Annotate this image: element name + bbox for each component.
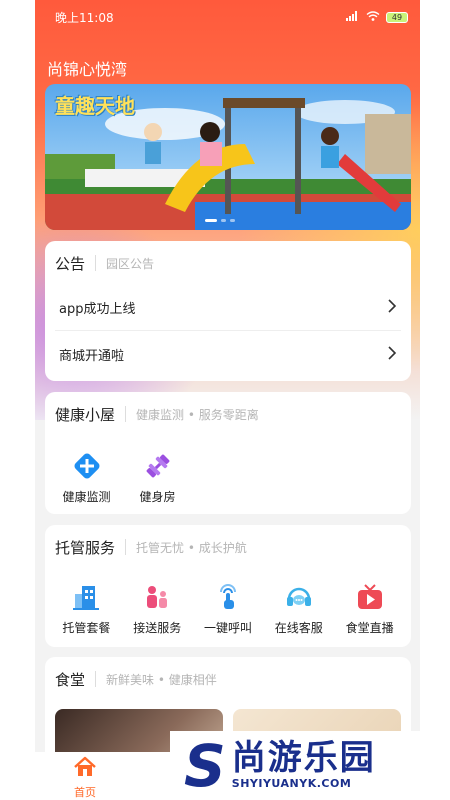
wifi-icon	[366, 10, 380, 24]
status-bar: 晚上11:08 49	[35, 0, 420, 34]
one-tap-call-button[interactable]: 一键呼叫	[193, 581, 264, 636]
tv-icon	[354, 581, 386, 613]
status-time: 晚上11:08	[55, 10, 114, 25]
notice-title: 公告	[55, 254, 86, 273]
canteen-live-button[interactable]: 食堂直播	[334, 581, 405, 636]
care-package-label: 托管套餐	[62, 621, 111, 635]
notice-card: 公告 园区公告 app成功上线 商城开通啦	[45, 241, 411, 381]
phone-screen: 晚上11:08 49 尚锦心悦湾 童趣天地 公告 园区公告 app成功上线 商城…	[35, 0, 420, 800]
watermark-letter: S	[184, 731, 226, 800]
dumbbell-icon	[142, 450, 174, 482]
health-title: 健康小屋	[55, 405, 116, 424]
header-divider	[125, 539, 127, 555]
tap-icon	[212, 581, 244, 613]
status-icons: 49	[346, 10, 408, 24]
notice-item[interactable]: app成功上线	[55, 285, 401, 331]
online-service-button[interactable]: 在线客服	[263, 581, 334, 636]
watermark-title: 尚游乐园	[231, 738, 376, 779]
notice-item-label: app成功上线	[59, 302, 136, 317]
care-package-button[interactable]: 托管套餐	[51, 581, 122, 636]
watermark-text-block: 尚游乐园 SHYIYUANYK.COM	[231, 738, 376, 790]
watermark-logo: S 尚游乐园 SHYIYUANYK.COM	[170, 731, 450, 800]
notice-subtitle: 园区公告	[106, 256, 155, 271]
watermark-url: SHYIYUANYK.COM	[231, 776, 352, 790]
carousel-indicator	[205, 219, 235, 222]
care-subtitle: 托管无忧 • 成长护航	[136, 540, 247, 555]
canteen-header: 食堂 新鲜美味 • 健康相伴	[45, 657, 411, 701]
header-divider	[95, 671, 97, 687]
care-header: 托管服务 托管无忧 • 成长护航	[45, 525, 411, 569]
care-card: 托管服务 托管无忧 • 成长护航 托管套餐 接送服务 一键呼叫 在线客服 食堂直…	[45, 525, 411, 647]
care-grid: 托管套餐 接送服务 一键呼叫 在线客服 食堂直播	[45, 569, 411, 636]
carousel-dot	[221, 219, 226, 222]
canteen-subtitle: 新鲜美味 • 健康相伴	[106, 672, 217, 687]
home-icon	[73, 756, 97, 782]
banner-title: 童趣天地	[55, 94, 135, 118]
carousel-dot-active	[205, 219, 217, 222]
header-divider	[95, 255, 97, 271]
notice-item[interactable]: 商城开通啦	[55, 331, 401, 377]
health-header: 健康小屋 健康监测 • 服务零距离	[45, 392, 411, 436]
one-tap-call-label: 一键呼叫	[203, 621, 252, 635]
health-monitor-label: 健康监测	[62, 490, 111, 504]
chevron-right-icon	[387, 345, 397, 364]
pickup-service-button[interactable]: 接送服务	[122, 581, 193, 636]
banner-carousel[interactable]: 童趣天地	[45, 84, 411, 230]
notice-item-label: 商城开通啦	[59, 348, 125, 364]
pickup-service-label: 接送服务	[133, 621, 182, 635]
app-title: 尚锦心悦湾	[47, 60, 128, 79]
headset-icon	[283, 581, 315, 613]
building-icon	[70, 581, 102, 613]
health-subtitle: 健康监测 • 服务零距离	[136, 407, 259, 422]
notice-header: 公告 园区公告	[45, 241, 411, 285]
tab-home[interactable]: 首页	[65, 756, 105, 800]
gym-button[interactable]: 健身房	[122, 450, 193, 505]
health-monitor-button[interactable]: 健康监测	[51, 450, 122, 505]
health-grid: 健康监测 健身房	[45, 436, 411, 505]
online-service-label: 在线客服	[274, 621, 323, 635]
gym-label: 健身房	[139, 490, 176, 504]
canteen-live-label: 食堂直播	[345, 621, 394, 635]
family-icon	[141, 581, 173, 613]
battery-icon: 49	[386, 11, 408, 23]
header-divider	[125, 406, 127, 422]
carousel-dot	[230, 219, 235, 222]
chevron-right-icon	[387, 298, 397, 317]
signal-icon	[346, 10, 360, 24]
care-title: 托管服务	[55, 538, 116, 557]
plus-diamond-icon	[71, 450, 103, 482]
health-card: 健康小屋 健康监测 • 服务零距离 健康监测 健身房	[45, 392, 411, 514]
tab-home-label: 首页	[74, 786, 96, 799]
canteen-title: 食堂	[55, 670, 86, 689]
